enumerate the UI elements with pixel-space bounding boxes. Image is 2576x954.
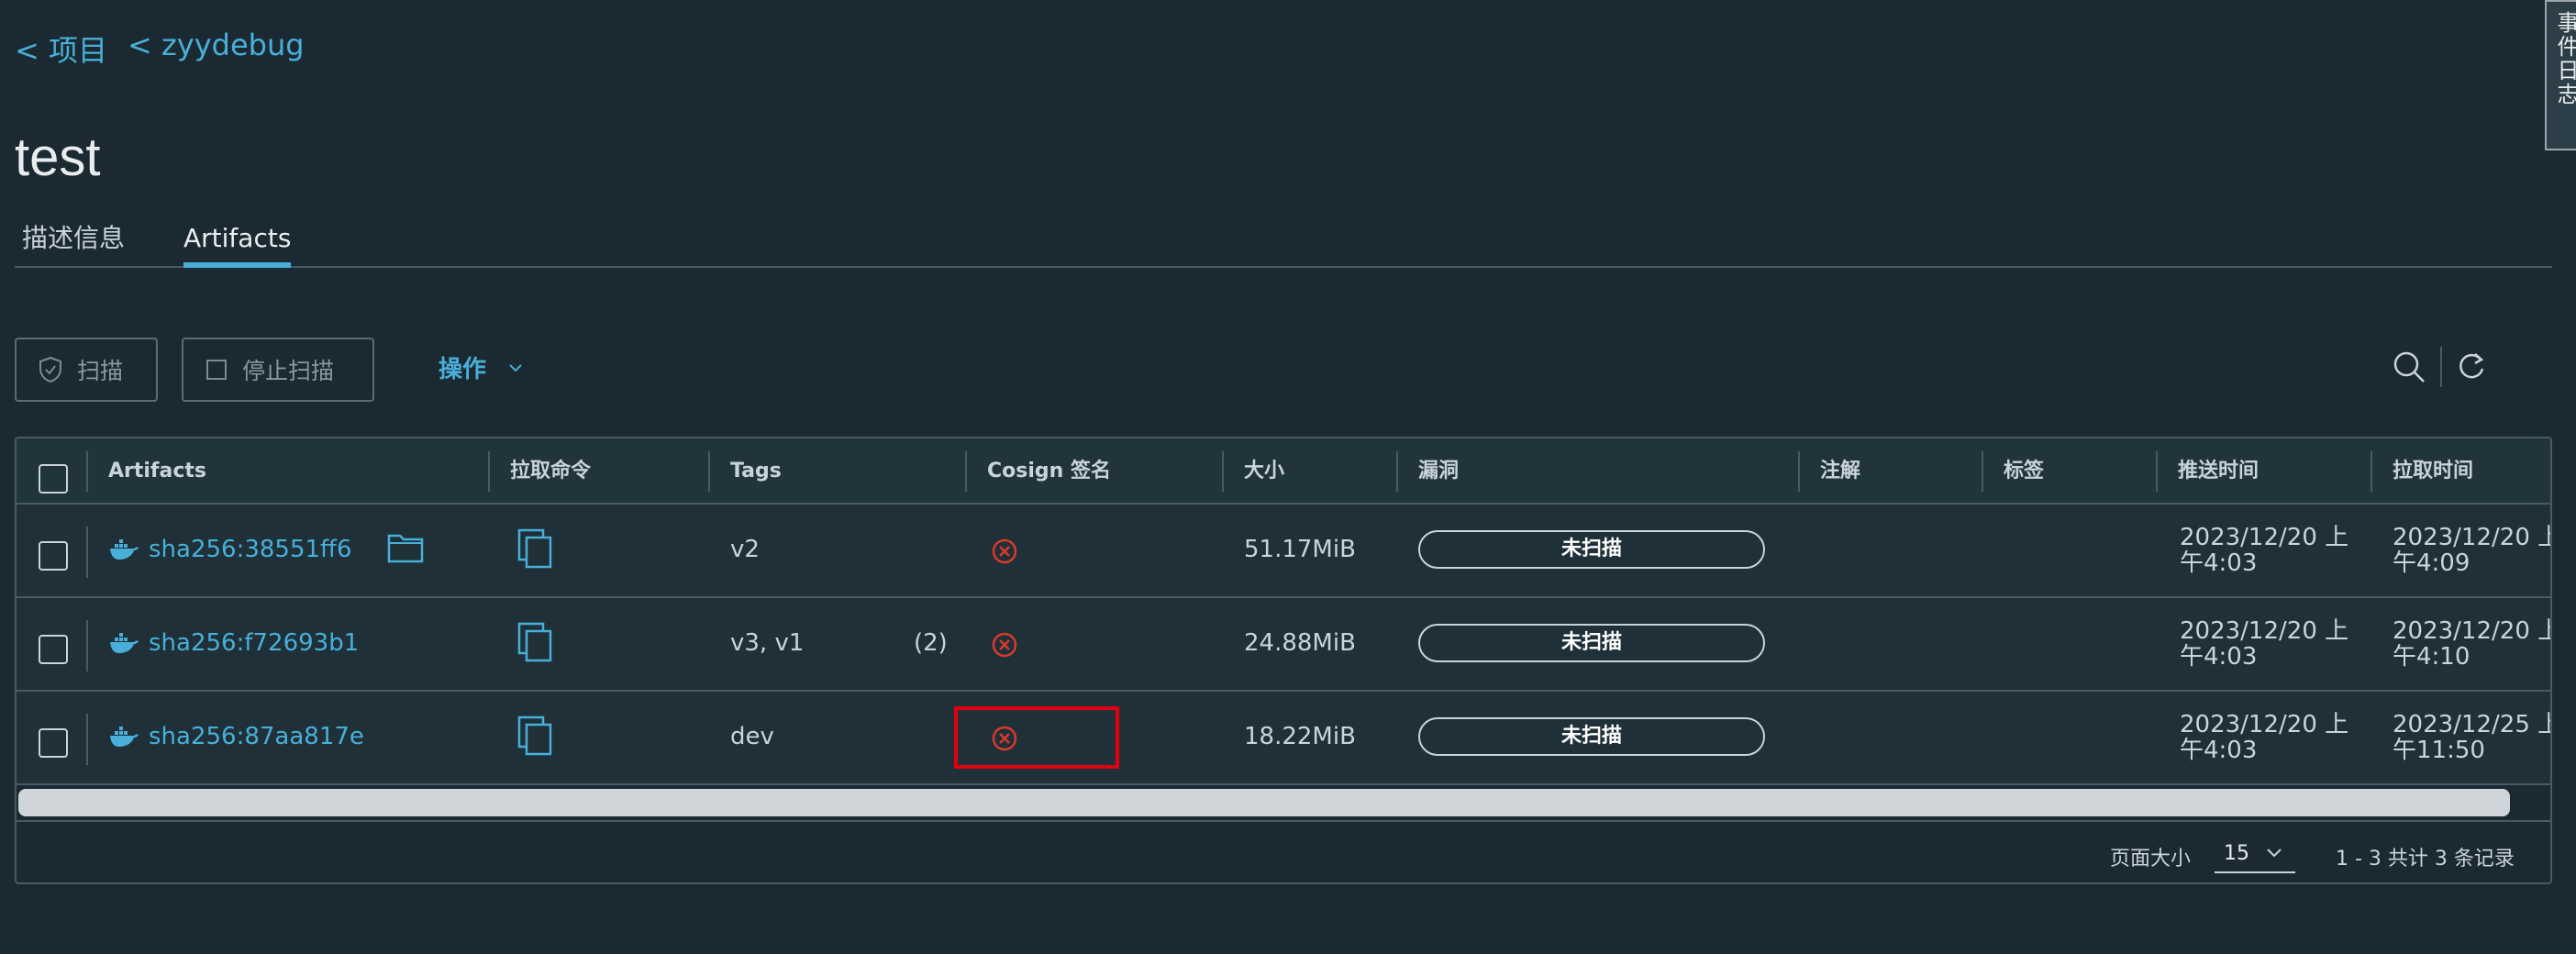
artifact-size: 18.22MiB [1244, 723, 1356, 750]
row-checkbox[interactable] [39, 728, 68, 758]
toolbar-divider [2440, 347, 2442, 387]
action-dropdown-label: 操作 [439, 356, 487, 383]
highlight-annotation [954, 706, 1119, 769]
breadcrumb-project-link[interactable]: < zyydebug [128, 28, 305, 70]
pull-time: 2023/12/20 上午4:10 [2393, 617, 2552, 671]
pull-time: 2023/12/20 上午4:09 [2393, 524, 2552, 577]
table-row: sha256:87aa817e dev 18.22MiB 未扫描 2023/12… [17, 692, 2550, 785]
page-size-select[interactable]: 15 [2215, 831, 2295, 873]
folder-icon[interactable] [387, 532, 424, 563]
column-divider [708, 451, 710, 492]
column-divider [86, 714, 88, 765]
copy-icon[interactable] [517, 622, 554, 664]
artifact-tags: dev [730, 723, 774, 750]
table-row: sha256:38551ff6 v2 51.17MiB 未扫描 2023/12/… [17, 505, 2550, 598]
page-size-label: 页面大小 [2110, 848, 2192, 871]
stop-scan-button[interactable]: 停止扫描 [182, 338, 374, 402]
action-dropdown[interactable]: 操作 [439, 350, 523, 384]
copy-icon[interactable] [517, 716, 554, 758]
column-header-labels[interactable]: 标签 [2004, 438, 2044, 505]
column-divider [1982, 451, 1983, 492]
tab-artifacts[interactable]: Artifacts [183, 218, 292, 268]
pull-time: 2023/12/25 上午11:50 [2393, 711, 2552, 764]
column-divider [2371, 451, 2372, 492]
column-header-push-time[interactable]: 推送时间 [2178, 438, 2259, 505]
select-all-checkbox[interactable] [39, 464, 68, 494]
artifact-tags: v2 [730, 536, 760, 563]
stop-scan-button-label: 停止扫描 [242, 358, 335, 384]
column-divider [86, 451, 88, 492]
horizontal-scrollbar[interactable] [18, 789, 2510, 816]
docker-icon [110, 633, 139, 653]
column-divider [1222, 451, 1224, 492]
push-time: 2023/12/20 上午4:03 [2180, 711, 2349, 764]
artifact-digest-link[interactable]: sha256:87aa817e [149, 723, 364, 750]
column-divider [965, 451, 967, 492]
shield-icon [39, 356, 61, 383]
column-header-pull-command[interactable]: 拉取命令 [510, 438, 591, 505]
column-header-tags[interactable]: Tags [730, 438, 782, 505]
docker-icon [110, 727, 139, 747]
column-header-pull-time[interactable]: 拉取时间 [2393, 438, 2473, 505]
column-divider [1396, 451, 1398, 492]
scan-button[interactable]: 扫描 [15, 338, 158, 402]
page-size-value: 15 [2224, 842, 2249, 865]
close-circle-icon [992, 538, 1017, 564]
column-divider [1798, 451, 1800, 492]
chevron-down-icon [2267, 849, 2282, 858]
vulnerability-status-badge[interactable]: 未扫描 [1418, 717, 1765, 756]
refresh-icon[interactable] [2455, 350, 2488, 383]
column-header-artifacts[interactable]: Artifacts [108, 438, 206, 505]
column-header-vulnerability[interactable]: 漏洞 [1418, 438, 1459, 505]
artifact-size: 51.17MiB [1244, 536, 1356, 563]
tag-count[interactable]: (2) [914, 629, 948, 657]
column-header-cosign[interactable]: Cosign 签名 [987, 438, 1111, 505]
artifact-size: 24.88MiB [1244, 629, 1356, 657]
column-divider [86, 620, 88, 671]
event-log-label: 事件日志 [2553, 11, 2576, 106]
search-icon[interactable] [2391, 349, 2427, 385]
tab-description[interactable]: 描述信息 [22, 218, 125, 268]
artifacts-table: Artifacts 拉取命令 Tags Cosign 签名 大小 漏洞 注解 标… [15, 437, 2552, 884]
table-footer: 页面大小 15 1 - 3 共计 3 条记录 [17, 820, 2550, 882]
docker-icon [110, 539, 139, 560]
tab-bar: 描述信息 Artifacts [15, 218, 2552, 268]
push-time: 2023/12/20 上午4:03 [2180, 524, 2349, 577]
page-title: test [15, 128, 101, 187]
breadcrumb-projects-link[interactable]: < 项目 [15, 28, 107, 70]
stop-icon [206, 360, 227, 380]
pagination-summary: 1 - 3 共计 3 条记录 [2336, 848, 2515, 871]
column-header-size[interactable]: 大小 [1244, 438, 1284, 505]
table-row: sha256:f72693b1 v3, v1 (2) 24.88MiB 未扫描 … [17, 598, 2550, 692]
artifact-tags: v3, v1 [730, 629, 805, 657]
scan-button-label: 扫描 [77, 358, 124, 384]
table-header: Artifacts 拉取命令 Tags Cosign 签名 大小 漏洞 注解 标… [17, 438, 2550, 505]
row-checkbox[interactable] [39, 541, 68, 571]
column-header-annotations[interactable]: 注解 [1820, 438, 1860, 505]
row-checkbox[interactable] [39, 635, 68, 664]
breadcrumb: < 项目 < zyydebug [15, 28, 305, 70]
chevron-down-icon [509, 363, 522, 372]
copy-icon[interactable] [517, 528, 554, 571]
vulnerability-status-badge[interactable]: 未扫描 [1418, 624, 1765, 662]
close-circle-icon [992, 632, 1017, 658]
table-tools [2391, 347, 2488, 387]
column-divider [2156, 451, 2158, 492]
push-time: 2023/12/20 上午4:03 [2180, 617, 2349, 671]
event-log-side-tab[interactable]: 事件日志 [2545, 0, 2576, 150]
vulnerability-status-badge[interactable]: 未扫描 [1418, 530, 1765, 569]
artifact-digest-link[interactable]: sha256:f72693b1 [149, 629, 359, 657]
column-divider [86, 527, 88, 578]
column-divider [488, 451, 490, 492]
artifact-digest-link[interactable]: sha256:38551ff6 [149, 536, 352, 563]
